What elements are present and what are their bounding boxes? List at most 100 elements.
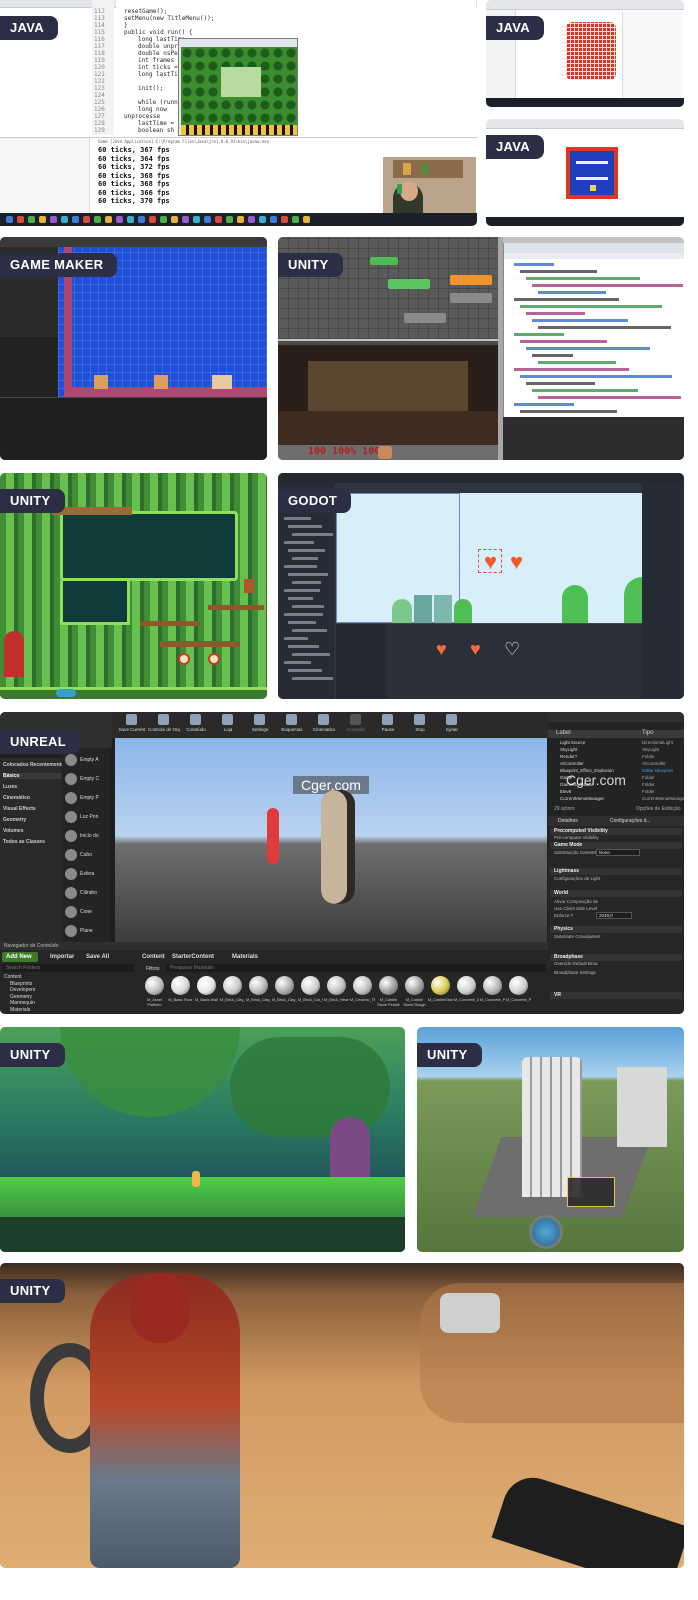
scene-tree-row[interactable]	[292, 653, 330, 656]
taskbar-app-icon[interactable]	[72, 216, 79, 223]
tab-world-settings[interactable]: Configurações d...	[610, 818, 651, 824]
taskbar-app-icon[interactable]	[259, 216, 266, 223]
folder-tree-item[interactable]: Content	[4, 974, 22, 980]
toolbar-icon[interactable]	[254, 714, 265, 725]
outliner-row-label[interactable]: Render?	[560, 754, 577, 759]
material-thumbnail[interactable]	[145, 976, 164, 995]
import-button[interactable]: Importar	[50, 954, 74, 960]
taskbar-app-icon[interactable]	[39, 216, 46, 223]
toolbar-button-label[interactable]: Save Current	[116, 727, 148, 732]
material-thumbnail[interactable]	[353, 976, 372, 995]
scene-tree-row[interactable]	[292, 629, 327, 632]
taskbar-app-icon[interactable]	[237, 216, 244, 223]
taskbar[interactable]	[0, 213, 477, 226]
material-thumbnail[interactable]	[327, 976, 346, 995]
material-thumbnail[interactable]	[249, 976, 268, 995]
material-name[interactable]: M_Concrete_Grime	[454, 998, 479, 1012]
details-row[interactable]: Broadphase Settings	[554, 970, 596, 975]
material-thumbnail[interactable]	[171, 976, 190, 995]
taskbar-app-icon[interactable]	[61, 216, 68, 223]
scene-tree-row[interactable]	[284, 517, 311, 520]
taskbar-app-icon[interactable]	[6, 216, 13, 223]
gamemode-dropdown[interactable]: None	[596, 849, 640, 856]
place-category[interactable]: Volumes	[3, 828, 23, 834]
taskbar-app-icon[interactable]	[193, 216, 200, 223]
material-name[interactable]: M_Brick_Clay_Beveled	[220, 998, 245, 1012]
toolbar-button-label[interactable]: Controle de Origem	[148, 727, 180, 732]
details-section[interactable]: Physics	[550, 926, 682, 933]
taskbar-app-icon[interactable]	[303, 216, 310, 223]
place-category[interactable]: Geometry	[3, 817, 26, 823]
toolbar-button-label[interactable]: Esquemas	[276, 727, 308, 732]
details-section[interactable]: World	[550, 890, 682, 897]
material-thumbnail[interactable]	[379, 976, 398, 995]
place-category[interactable]: Visual Effects	[3, 806, 36, 812]
material-thumbnail[interactable]	[301, 976, 320, 995]
outliner-row-label[interactable]: CurrentMenuManager	[560, 796, 604, 801]
folder-tree-item[interactable]: Mannequin	[10, 1000, 35, 1006]
taskbar-app-icon[interactable]	[204, 216, 211, 223]
taskbar-app-icon[interactable]	[17, 216, 24, 223]
scene-tree-row[interactable]	[288, 621, 316, 624]
toolbar-button-label[interactable]: Conteúdo	[180, 727, 212, 732]
scene-tree-row[interactable]	[288, 525, 322, 528]
taskbar-app-icon[interactable]	[281, 216, 288, 223]
place-item[interactable]: Cilindro	[80, 890, 97, 896]
path-materials[interactable]: Materials	[232, 954, 258, 960]
material-thumbnail[interactable]	[223, 976, 242, 995]
place-category[interactable]: Básico	[3, 773, 61, 779]
folder-search[interactable]: Search Folders	[6, 965, 40, 971]
details-row[interactable]: Enforce T	[554, 913, 573, 918]
filters-button[interactable]: Filtros	[146, 966, 160, 972]
material-name[interactable]: M_Ceramic_Tile_Checker	[350, 998, 375, 1012]
place-items[interactable]: Empty A Empty C Empty P Luz Pon Inicio do Cub…	[62, 748, 110, 958]
material-name[interactable]: M_Brick_Clay_New	[246, 998, 271, 1012]
taskbar-app-icon[interactable]	[270, 216, 277, 223]
details-section[interactable]: Broadphase	[550, 954, 682, 961]
inspector[interactable]	[642, 483, 684, 699]
material-name[interactable]: M_Basic Wall	[194, 998, 219, 1012]
place-category[interactable]: Luzes	[3, 784, 17, 790]
viewport-2d[interactable]: ♥ ♥	[336, 493, 660, 623]
toolbar-button-label[interactable]: Loja	[212, 727, 244, 732]
place-item[interactable]: Cone	[80, 909, 92, 915]
asset-search[interactable]: Pesquisar Materials	[170, 965, 214, 971]
material-name[interactable]: M_Brick_Clay_Old	[272, 998, 297, 1012]
game-window[interactable]	[178, 38, 298, 136]
material-name[interactable]: M_CobbleStone_LowSpec	[428, 998, 453, 1012]
details-row[interactable]: Ativar Composição de	[554, 899, 598, 904]
animation-panel[interactable]: ♥ ♥ ♡	[336, 623, 642, 699]
scene-tree-row[interactable]	[292, 533, 333, 536]
toolbar-icon[interactable]	[222, 714, 233, 725]
taskbar-app-icon[interactable]	[149, 216, 156, 223]
details-section[interactable]: Precomputed Visibility	[550, 828, 682, 835]
material-thumbnail[interactable]	[509, 976, 528, 995]
scene-tree-row[interactable]	[284, 661, 311, 664]
details-row[interactable]: Substitute GravidadeW	[554, 934, 600, 939]
toolbar-icon[interactable]	[446, 714, 457, 725]
toolbar-icon[interactable]	[318, 714, 329, 725]
scene-tree-row[interactable]	[284, 541, 314, 544]
scene-tree-row[interactable]	[284, 637, 308, 640]
scene-tree-row[interactable]	[288, 549, 325, 552]
material-name[interactable]: M_Concrete_Poured	[506, 998, 531, 1012]
scene-tree-row[interactable]	[288, 573, 328, 576]
material-thumbnail[interactable]	[275, 976, 294, 995]
scene-tree-row[interactable]	[284, 613, 323, 616]
details-section[interactable]: VR	[550, 992, 682, 999]
place-item[interactable]: Inicio do	[80, 833, 99, 839]
toolbar-button-label[interactable]: Settings	[244, 727, 276, 732]
toolbar-button-label[interactable]: Cinematics	[308, 727, 340, 732]
scene-tree-row[interactable]	[288, 597, 313, 600]
tab-details[interactable]: Detalhes	[558, 818, 578, 824]
material-name[interactable]: M_Brick_Hewn_Stone	[324, 998, 349, 1012]
taskbar-app-icon[interactable]	[83, 216, 90, 223]
toolbar-button-label[interactable]: Compilar	[340, 727, 372, 732]
toolbar-icon[interactable]	[350, 714, 361, 725]
toolbar[interactable]: Save CurrentControle de OrigemConteúdoLo…	[112, 712, 548, 738]
toolbar-icon[interactable]	[190, 714, 201, 725]
world-outliner[interactable]: Label Tipo Light Source DirectionalLight S…	[548, 712, 684, 816]
view-options[interactable]: Opções de Exibição	[636, 806, 680, 812]
material-name[interactable]: M_Cobble Stone Rough	[402, 998, 427, 1012]
scene-tree-row[interactable]	[288, 645, 319, 648]
